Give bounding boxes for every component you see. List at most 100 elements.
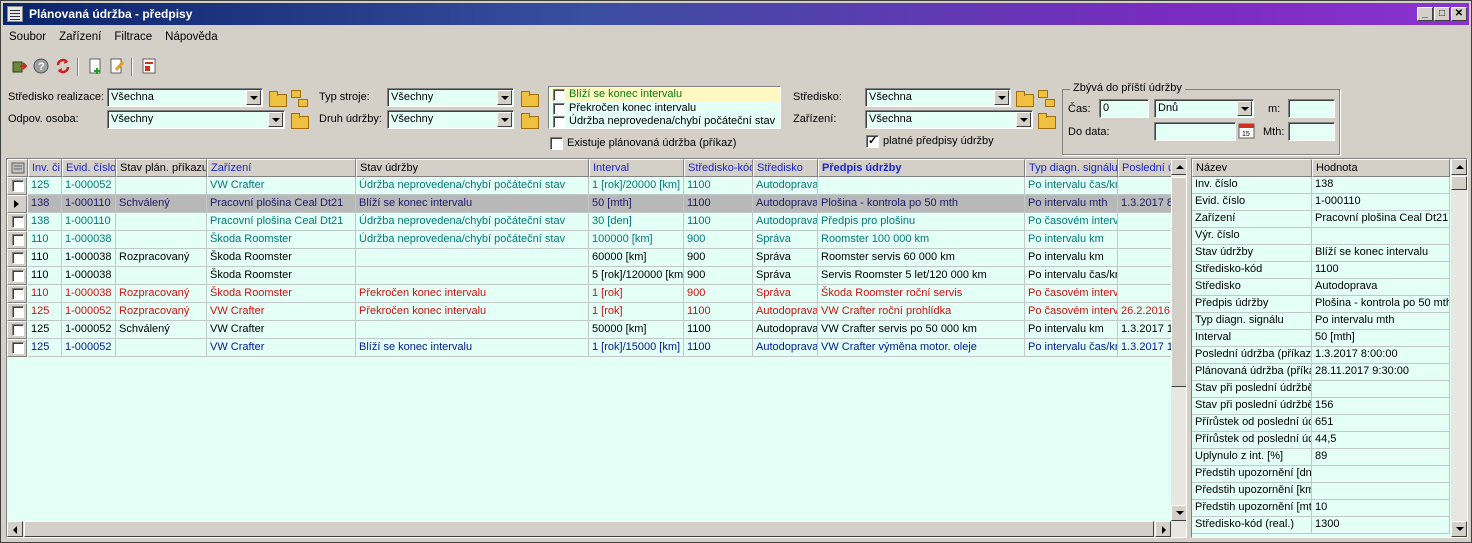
property-row[interactable]: Uplynulo z int. [%] 89 xyxy=(1192,449,1450,466)
property-row[interactable]: Výr. číslo xyxy=(1192,228,1450,245)
col-stav-udrzby[interactable]: Stav údržby xyxy=(356,159,589,177)
property-row[interactable]: Stav při poslední údržbě xyxy=(1192,381,1450,398)
folder-icon[interactable] xyxy=(1014,88,1034,108)
menu-soubor[interactable]: Soubor xyxy=(9,31,46,43)
col-zarizeni[interactable]: Zařízení xyxy=(207,159,356,177)
status-checkbox[interactable] xyxy=(553,89,565,101)
grid-hscroll[interactable] xyxy=(7,521,1186,537)
row-selector[interactable] xyxy=(7,285,27,303)
scroll-thumb[interactable] xyxy=(1171,177,1186,387)
stredisko-realizace-combo[interactable]: Všechna xyxy=(107,88,263,107)
property-row[interactable]: Stav údržby Blíží se konec intervalu xyxy=(1192,245,1450,262)
table-row[interactable]: 138 1-000110 Schválený Pracovní plošina Cea… xyxy=(7,195,1177,213)
scroll-thumb[interactable] xyxy=(24,521,1154,537)
table-row[interactable]: 110 1-000038 Rozpracovaný Škoda Roomster 600… xyxy=(7,249,1177,267)
status-item-prekrocen[interactable]: Překročen konec intervalu xyxy=(551,102,779,116)
row-checkbox[interactable] xyxy=(12,180,24,192)
row-checkbox[interactable] xyxy=(12,342,24,354)
platne-checkbox[interactable] xyxy=(866,134,879,148)
scroll-thumb[interactable] xyxy=(1451,176,1467,190)
chevron-down-icon[interactable] xyxy=(268,112,283,127)
help-icon[interactable]: ? xyxy=(31,56,51,76)
property-row[interactable]: Přírůstek od poslední údr 44,5 xyxy=(1192,432,1450,449)
col-stredisko-kod[interactable]: Středisko-kód xyxy=(684,159,753,177)
row-checkbox[interactable] xyxy=(12,252,24,264)
row-checkbox[interactable] xyxy=(12,216,24,228)
chevron-down-icon[interactable] xyxy=(246,90,261,105)
status-checkbox[interactable] xyxy=(553,103,565,115)
col-interval[interactable]: Interval xyxy=(589,159,684,177)
folder-icon[interactable] xyxy=(1036,110,1056,130)
property-row[interactable]: Stav při poslední údržbě 156 xyxy=(1192,398,1450,415)
do-data-input[interactable] xyxy=(1154,122,1236,141)
menu-zarizeni[interactable]: Zařízení xyxy=(59,31,101,43)
table-row[interactable]: 110 1-000038 Škoda Roomster Údržba neproved… xyxy=(7,231,1177,249)
druh-udrzby-combo[interactable]: Všechny xyxy=(387,110,514,129)
property-row[interactable]: Středisko Autodoprava xyxy=(1192,279,1450,296)
chevron-down-icon[interactable] xyxy=(1016,112,1031,127)
chevron-down-icon[interactable] xyxy=(994,90,1009,105)
scroll-down-button[interactable] xyxy=(1171,505,1186,521)
row-selector[interactable] xyxy=(7,177,27,195)
row-selector[interactable] xyxy=(7,339,27,357)
row-checkbox[interactable] xyxy=(12,270,24,282)
property-row[interactable]: Předpis údržby Plošina - kontrola po 50 m… xyxy=(1192,296,1450,313)
status-checkbox[interactable] xyxy=(553,116,565,128)
tree-icon[interactable] xyxy=(1036,88,1056,108)
table-row[interactable]: 125 1-000052 VW Crafter Údržba neprovedena/… xyxy=(7,177,1177,195)
report-icon[interactable] xyxy=(139,56,159,76)
row-selector[interactable] xyxy=(7,267,27,285)
minimize-button[interactable]: _ xyxy=(1417,7,1433,21)
row-selector[interactable] xyxy=(7,303,27,321)
unit-combo[interactable]: Dnů xyxy=(1154,99,1254,118)
maximize-button[interactable]: □ xyxy=(1434,7,1450,21)
col-typ-signalu[interactable]: Typ diagn. signálu xyxy=(1025,159,1118,177)
zarizeni-combo[interactable]: Všechna xyxy=(865,110,1033,129)
close-button[interactable]: ✕ xyxy=(1451,7,1467,21)
col-predpis[interactable]: Předpis údržby xyxy=(818,159,1025,177)
property-row[interactable]: Inv. číslo 138 xyxy=(1192,177,1450,194)
menu-napoveda[interactable]: Nápověda xyxy=(165,31,217,43)
chevron-down-icon[interactable] xyxy=(497,90,512,105)
table-row[interactable]: 110 1-000038 Škoda Roomster 5 [rok]/120000 … xyxy=(7,267,1177,285)
col-evid[interactable]: Evid. číslo xyxy=(62,159,116,177)
folder-icon[interactable] xyxy=(267,88,287,108)
row-checkbox[interactable] xyxy=(12,234,24,246)
new-doc-icon[interactable] xyxy=(85,56,105,76)
menu-filtrace[interactable]: Filtrace xyxy=(114,31,152,43)
property-row[interactable]: Evid. číslo 1-000110 xyxy=(1192,194,1450,211)
typ-stroje-combo[interactable]: Všechny xyxy=(387,88,514,107)
property-row[interactable]: Předstih upozornění [dn xyxy=(1192,466,1450,483)
m-input[interactable] xyxy=(1288,99,1335,118)
row-selector[interactable] xyxy=(7,321,27,339)
table-row[interactable]: 125 1-000052 VW Crafter Blíží se konec inte… xyxy=(7,339,1177,357)
col-posledni[interactable]: Poslední úd xyxy=(1118,159,1173,177)
scroll-up-button[interactable] xyxy=(1171,159,1186,175)
property-row[interactable]: Přírůstek od poslední údr 651 xyxy=(1192,415,1450,432)
scroll-up-button[interactable] xyxy=(1451,159,1467,175)
col-stredisko[interactable]: Středisko xyxy=(753,159,818,177)
table-row[interactable]: 138 1-000110 Pracovní plošina Ceal Dt21 Údr… xyxy=(7,213,1177,231)
scroll-left-button[interactable] xyxy=(7,521,23,537)
row-checkbox[interactable] xyxy=(12,324,24,336)
row-checkbox[interactable] xyxy=(12,288,24,300)
grid-vscroll[interactable] xyxy=(1171,159,1186,521)
select-all-header[interactable] xyxy=(7,159,28,177)
cas-input[interactable]: 0 xyxy=(1099,99,1149,118)
row-checkbox[interactable] xyxy=(12,306,24,318)
scroll-down-button[interactable] xyxy=(1451,521,1467,537)
stredisko-combo[interactable]: Všechna xyxy=(865,88,1011,107)
status-item-blizi[interactable]: Blíží se konec intervalu xyxy=(551,88,779,102)
table-row[interactable]: 125 1-000052 Schválený VW Crafter 50000 [km]… xyxy=(7,321,1177,339)
props-col-name[interactable]: Název xyxy=(1192,159,1312,177)
property-row[interactable]: Typ diagn. signálu Po intervalu mth xyxy=(1192,313,1450,330)
property-row[interactable]: Plánovaná údržba (příka 28.11.2017 9:30:0… xyxy=(1192,364,1450,381)
chevron-down-icon[interactable] xyxy=(497,112,512,127)
property-row[interactable]: Poslední údržba (příkaz) 1.3.2017 8:00:00 xyxy=(1192,347,1450,364)
property-row[interactable]: Zařízení Pracovní plošina Ceal Dt21 xyxy=(1192,211,1450,228)
mth-input[interactable] xyxy=(1288,122,1335,141)
col-stav-prikazu[interactable]: Stav plán. příkazu xyxy=(116,159,207,177)
property-row[interactable]: Středisko-kód 1100 xyxy=(1192,262,1450,279)
chevron-down-icon[interactable] xyxy=(1237,101,1252,116)
row-selector[interactable] xyxy=(7,213,27,231)
